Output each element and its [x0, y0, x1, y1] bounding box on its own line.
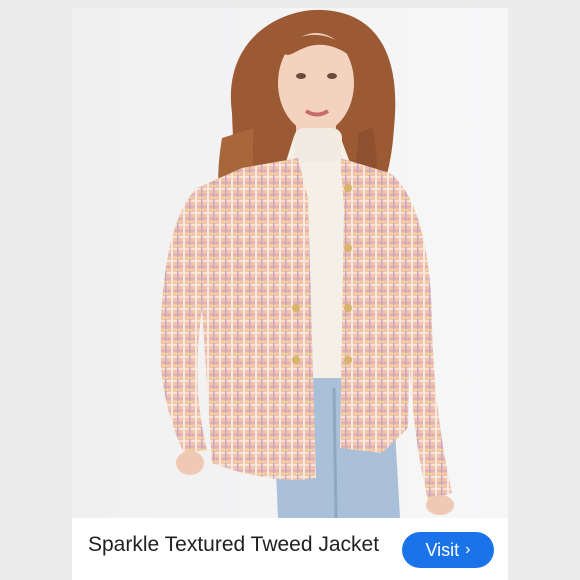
product-image[interactable] — [72, 8, 508, 518]
product-title[interactable]: Sparkle Textured Tweed Jacket — [88, 532, 388, 557]
product-info-bar: Sparkle Textured Tweed Jacket Visit › — [72, 518, 508, 580]
product-card[interactable]: Sparkle Textured Tweed Jacket Visit › — [72, 8, 508, 580]
visit-button[interactable]: Visit › — [402, 532, 494, 568]
chevron-right-icon: › — [465, 541, 471, 558]
visit-label: Visit — [425, 539, 460, 560]
